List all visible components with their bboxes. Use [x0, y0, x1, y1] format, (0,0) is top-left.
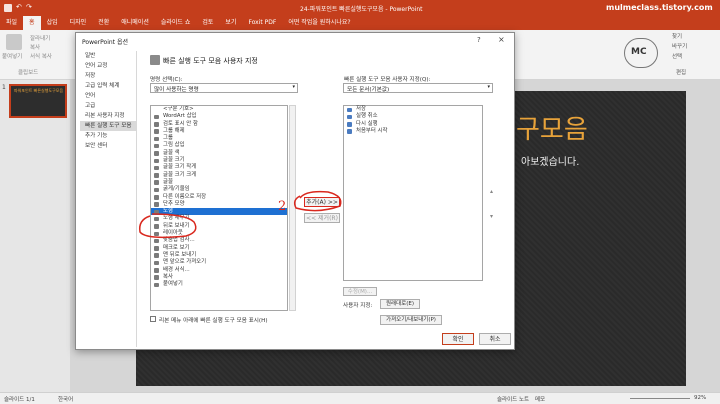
- annotation-overlay: 2: [138, 190, 342, 239]
- add-button-circle-annotation: [293, 190, 342, 212]
- selection-circle-annotation: [138, 213, 197, 239]
- step-number-2: 2: [278, 199, 286, 214]
